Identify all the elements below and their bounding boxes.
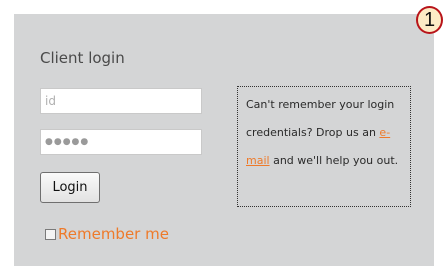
page: 1 Client login ●●●●● Login Remember me C… (0, 0, 446, 266)
remember-me-checkbox[interactable] (45, 228, 56, 240)
remember-me-label[interactable]: Remember me (58, 224, 169, 244)
help-text-before: Can't remember your login credentials? D… (246, 98, 395, 139)
help-box: Can't remember your login credentials? D… (237, 86, 411, 207)
step-number-badge: 1 (416, 6, 443, 34)
login-title: Client login (40, 49, 125, 67)
login-button[interactable]: Login (40, 172, 100, 203)
help-text-after: and we'll help you out. (269, 154, 399, 167)
id-input[interactable] (40, 88, 202, 114)
remember-me-row[interactable]: Remember me (45, 224, 169, 244)
password-input[interactable]: ●●●●● (40, 129, 202, 155)
